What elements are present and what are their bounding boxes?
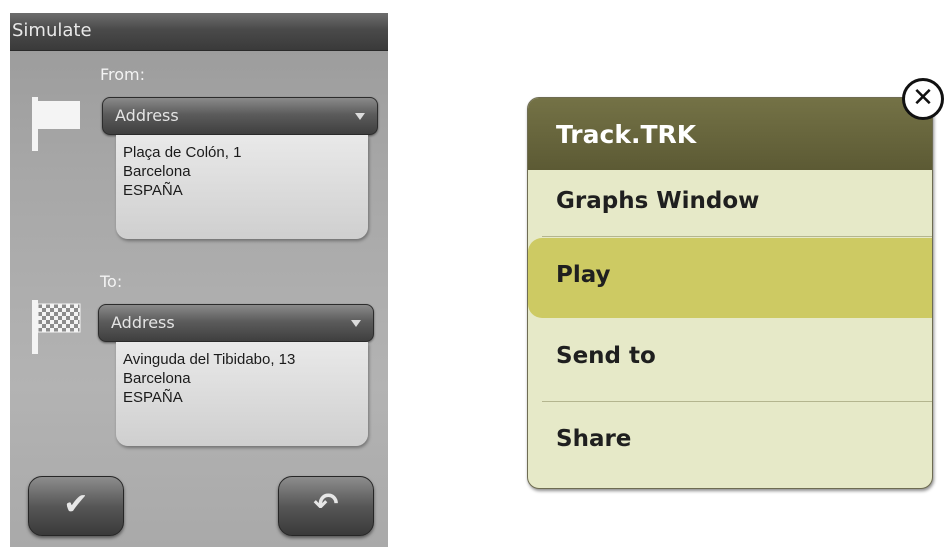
from-address-line-2: Barcelona [123, 163, 191, 180]
menu-item-share[interactable]: Share [528, 402, 932, 488]
to-address-line-1: Avinguda del Tibidabo, 13 [123, 351, 296, 368]
menu-item-label: Share [556, 426, 632, 452]
menu-title: Track.TRK [556, 120, 697, 149]
to-address-line-3: ESPAÑA [123, 389, 183, 406]
accept-button[interactable]: ✔ [28, 476, 124, 536]
checkmark-icon: ✔ [63, 487, 89, 522]
menu-item-send-to[interactable]: Send to [528, 319, 932, 401]
chevron-down-icon [355, 113, 365, 120]
undo-arrow-icon: ↶ [313, 487, 339, 522]
menu-item-label: Play [556, 262, 611, 288]
from-address-line-1: Plaça de Colón, 1 [123, 144, 242, 161]
from-address-box[interactable]: Plaça de Colón, 1 Barcelona ESPAÑA [116, 135, 368, 239]
menu-header: Track.TRK [528, 98, 932, 170]
finish-flag-icon [32, 300, 81, 354]
menu-divider [542, 236, 932, 237]
simulate-title: Simulate [12, 20, 92, 41]
to-address-line-2: Barcelona [123, 370, 191, 387]
from-label: From: [100, 65, 146, 84]
to-type-value: Address [111, 313, 175, 332]
menu-item-graphs-window[interactable]: Graphs Window [528, 170, 932, 238]
simulate-panel: Simulate From: Address Plaça de Colón, 1… [10, 13, 388, 547]
from-type-value: Address [115, 106, 179, 125]
to-address-box[interactable]: Avinguda del Tibidabo, 13 Barcelona ESPA… [116, 342, 368, 446]
track-context-menu: Track.TRK Graphs Window Play Send to Sha… [527, 97, 933, 489]
to-type-dropdown[interactable]: Address [98, 304, 374, 342]
close-icon: ✕ [912, 83, 934, 113]
to-label: To: [100, 272, 123, 291]
chevron-down-icon [351, 320, 361, 327]
from-type-dropdown[interactable]: Address [102, 97, 378, 135]
menu-item-label: Graphs Window [556, 188, 760, 214]
simulate-title-bar: Simulate [10, 13, 388, 51]
back-button[interactable]: ↶ [278, 476, 374, 536]
menu-item-play[interactable]: Play [528, 238, 932, 318]
start-flag-icon [32, 97, 80, 151]
from-address-line-3: ESPAÑA [123, 182, 183, 199]
close-button[interactable]: ✕ [902, 78, 944, 120]
menu-item-label: Send to [556, 343, 656, 369]
